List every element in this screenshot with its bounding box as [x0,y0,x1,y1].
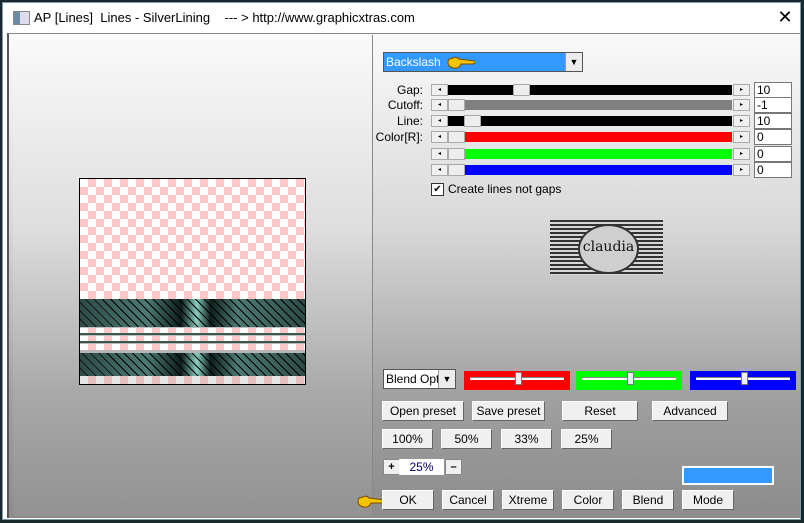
mode-dropdown[interactable]: Backslash ▼ [383,52,583,72]
zoom-in-button[interactable]: + [383,459,400,475]
slider-row: Color[R]: ◂ ▸ 0 [373,129,793,145]
slider-increase-button[interactable]: ▸ [733,131,750,143]
slider-label: Cutoff: [387,98,423,112]
slider-thumb[interactable] [627,372,634,385]
lines-band-top [80,299,305,327]
dialog-client: Backslash ▼ Gap: ◂ ▸ 10 Cutoff: ◂ ▸ -1 Line: ◂ ▸ 10… [7,33,800,518]
pointing-hand-icon [357,495,385,508]
app-icon [13,11,30,25]
slider-decrease-button[interactable]: ◂ [431,99,448,111]
blend-color-slider[interactable] [690,371,796,390]
plugin-dialog: AP [Lines] Lines - SilverLining --- > ht… [2,2,801,520]
slider-thumb[interactable] [448,164,465,176]
logo-oval: claudia [578,224,639,274]
title-bar: AP [Lines] Lines - SilverLining --- > ht… [3,3,800,33]
slider-decrease-button[interactable]: ◂ [431,84,448,96]
slider-track[interactable] [448,165,732,175]
slider-row: Gap: ◂ ▸ 10 [373,82,793,98]
stripe-line [80,333,305,335]
slider-increase-button[interactable]: ▸ [733,84,750,96]
blend-color-slider[interactable] [576,371,682,390]
slider-value-field[interactable]: 0 [754,162,792,178]
zoom-out-button[interactable]: – [445,459,462,475]
color-swatch[interactable] [682,466,774,485]
lines-band-bottom [80,353,305,376]
slider-track[interactable] [448,149,732,159]
slider-track[interactable] [448,100,732,110]
close-button[interactable]: ✕ [775,7,795,27]
transparent-area [80,179,305,299]
color-button[interactable]: Color [562,490,614,510]
slider-label: Gap: [396,83,423,97]
save-preset-button[interactable]: Save preset [472,401,545,421]
slider-value-field[interactable]: 10 [754,113,792,129]
slider-row: ◂ ▸ 0 [373,146,793,162]
create-lines-label: Create lines not gaps [448,182,562,196]
slider-thumb[interactable] [513,84,530,96]
blend-color-slider[interactable] [464,371,570,390]
slider-value-field[interactable]: 0 [754,146,792,162]
slider-decrease-button[interactable]: ◂ [431,131,448,143]
mode-button[interactable]: Mode [682,490,734,510]
slider-thumb[interactable] [741,372,748,385]
create-lines-checkbox[interactable]: ✔ [431,183,444,196]
preview-canvas[interactable] [79,178,306,385]
preview-panel [13,35,373,516]
claudia-logo: claudia [550,220,663,275]
logo-text: claudia [582,239,635,255]
slider-increase-button[interactable]: ▸ [733,148,750,160]
slider-value-field[interactable]: 10 [754,82,792,98]
slider-value-field[interactable]: 0 [754,129,792,145]
slider-decrease-button[interactable]: ◂ [431,115,448,127]
xtreme-button[interactable]: Xtreme [502,490,554,510]
slider-label: Line: [396,114,423,128]
stripe-line [80,341,305,343]
slider-row: ◂ ▸ 0 [373,162,793,178]
slider-thumb[interactable] [448,99,465,111]
advanced-button[interactable]: Advanced [652,401,728,421]
slider-thumb[interactable] [515,372,522,385]
slider-increase-button[interactable]: ▸ [733,164,750,176]
zoom-50-button[interactable]: 50% [441,429,492,449]
slider-increase-button[interactable]: ▸ [733,99,750,111]
zoom-level-field[interactable]: 25% [399,459,444,475]
pointing-hand-icon [447,56,475,69]
zoom-100-button[interactable]: 100% [382,429,433,449]
slider-decrease-button[interactable]: ◂ [431,164,448,176]
blend-options-dropdown[interactable]: Blend Options ▼ [383,369,456,389]
window-title: AP [Lines] Lines - SilverLining --- > ht… [34,10,415,25]
cancel-button[interactable]: Cancel [442,490,494,510]
stripe [80,376,305,384]
blend-options-value: Blend Options [386,372,438,386]
slider-label: Color[R]: [375,130,423,144]
slider-increase-button[interactable]: ▸ [733,115,750,127]
slider-row: Cutoff: ◂ ▸ -1 [373,97,793,113]
slider-value-field[interactable]: -1 [754,97,792,113]
slider-thumb[interactable] [464,115,481,127]
chevron-down-icon[interactable]: ▼ [438,370,455,388]
blend-button[interactable]: Blend [622,490,674,510]
slider-track[interactable] [448,132,732,142]
slider-thumb[interactable] [448,148,465,160]
chevron-down-icon[interactable]: ▼ [565,53,582,71]
stripe [80,344,305,350]
ok-button[interactable]: OK [382,490,434,510]
controls-panel: Backslash ▼ Gap: ◂ ▸ 10 Cutoff: ◂ ▸ -1 Line: ◂ ▸ 10… [357,35,800,516]
slider-decrease-button[interactable]: ◂ [431,148,448,160]
slider-row: Line: ◂ ▸ 10 [373,113,793,129]
zoom-25-button[interactable]: 25% [561,429,612,449]
reset-button[interactable]: Reset [562,401,638,421]
open-preset-button[interactable]: Open preset [382,401,464,421]
slider-track[interactable] [448,116,732,126]
slider-track[interactable] [448,85,732,95]
zoom-33-button[interactable]: 33% [501,429,552,449]
slider-thumb[interactable] [448,131,465,143]
mode-dropdown-value: Backslash [386,55,441,69]
